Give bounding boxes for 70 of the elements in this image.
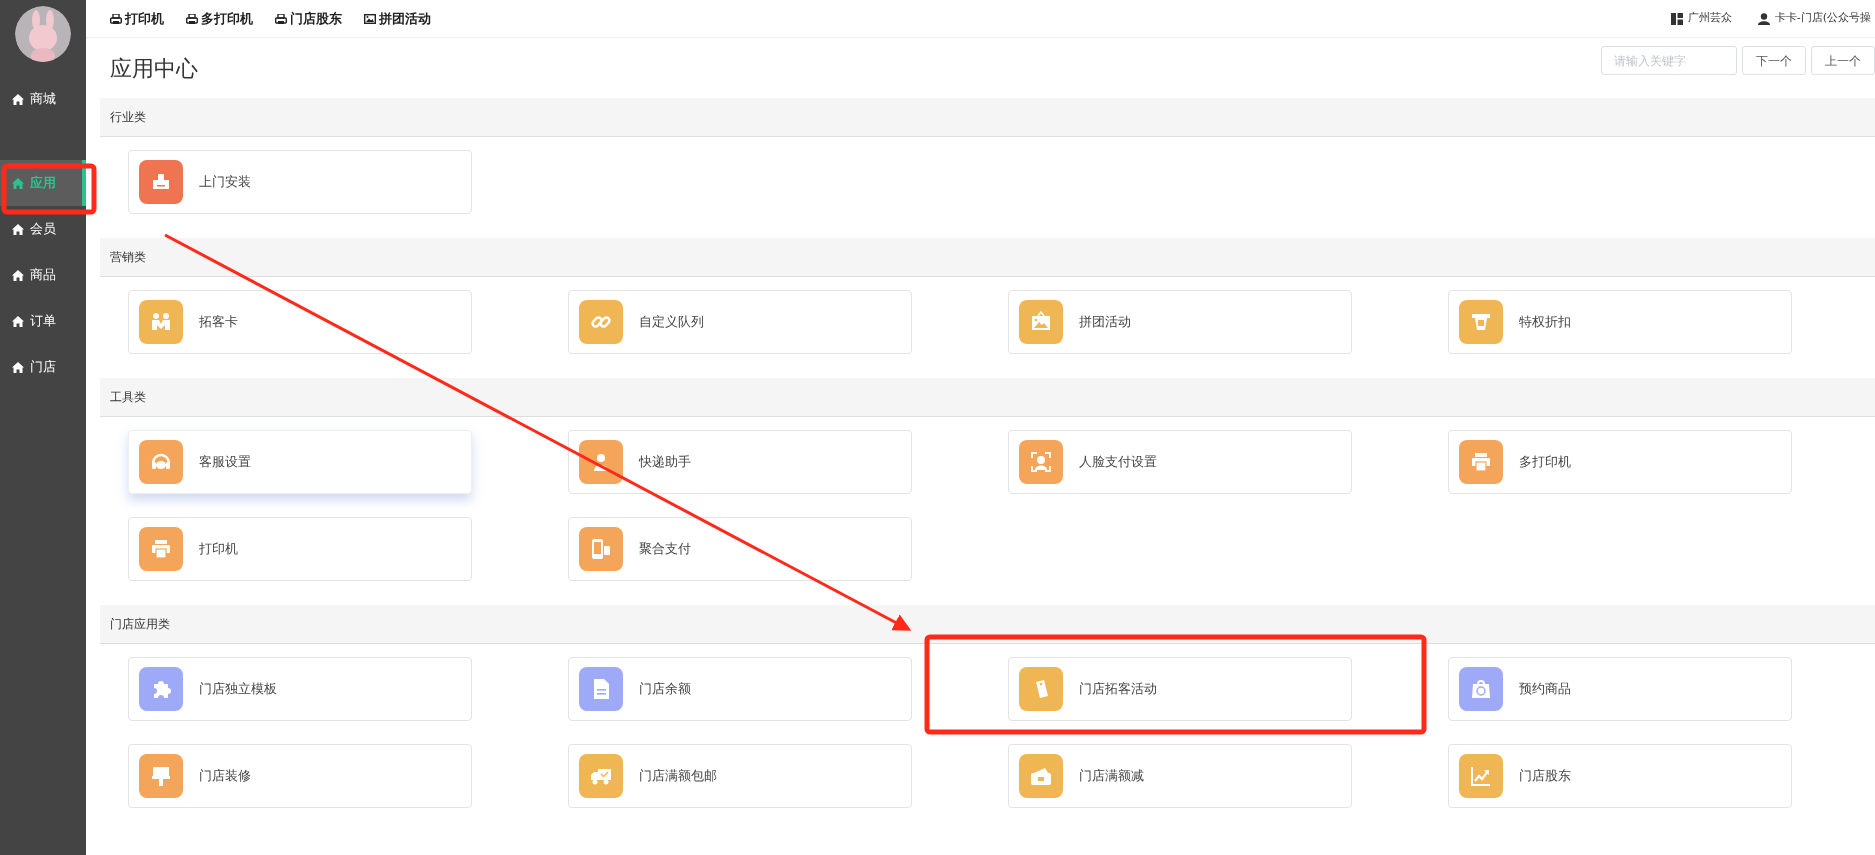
app-label: 门店满额减 xyxy=(1079,767,1144,786)
app-label: 门店独立模板 xyxy=(199,680,277,699)
app-card[interactable]: 门店独立模板 xyxy=(128,657,472,721)
home-icon xyxy=(12,223,24,235)
sidebar-item[interactable]: 商品 xyxy=(0,252,86,298)
app-card[interactable]: 多打印机 xyxy=(1448,430,1792,494)
app-label: 人脸支付设置 xyxy=(1079,453,1157,472)
app-card[interactable]: 门店股东 xyxy=(1448,744,1792,808)
app-card[interactable]: 人脸支付设置 xyxy=(1008,430,1352,494)
app-card[interactable]: 上门安装 xyxy=(128,150,472,214)
nav-link[interactable]: 打印机 xyxy=(110,8,164,29)
pager-button[interactable]: 上一个 xyxy=(1811,46,1875,75)
section-title: 行业类 xyxy=(110,109,146,126)
grid-icon xyxy=(1670,12,1683,25)
nav-link[interactable]: 门店股东 xyxy=(275,8,342,29)
home-icon xyxy=(12,177,24,189)
app-label: 客服设置 xyxy=(199,453,251,472)
app-card[interactable]: 拓客卡 xyxy=(128,290,472,354)
sidebar-item[interactable]: 门店 xyxy=(0,344,86,390)
app-card[interactable]: 自定义队列 xyxy=(568,290,912,354)
image-icon xyxy=(364,13,376,24)
user-icon xyxy=(1757,12,1770,25)
printer-icon xyxy=(275,13,287,24)
home-icon xyxy=(12,269,24,281)
app-label: 门店满额包邮 xyxy=(639,767,717,786)
app-label: 上门安装 xyxy=(199,173,251,192)
printer-icon xyxy=(110,13,122,24)
search-field[interactable]: 请输入关键字 xyxy=(1601,46,1737,75)
app-card[interactable]: 门店满额减 xyxy=(1008,744,1352,808)
home-icon xyxy=(12,93,24,105)
app-card[interactable]: 门店装修 xyxy=(128,744,472,808)
nav-link[interactable]: 多打印机 xyxy=(186,8,253,29)
section-title: 工具类 xyxy=(110,389,146,406)
app-label: 门店拓客活动 xyxy=(1079,680,1157,699)
app-label: 聚合支付 xyxy=(639,540,691,559)
sidebar-item[interactable]: 会员 xyxy=(0,206,86,252)
app-card[interactable]: 门店余额 xyxy=(568,657,912,721)
user-name[interactable]: 卡卡-门店(公众号操 xyxy=(1774,10,1871,27)
page-title: 应用中心 xyxy=(110,56,198,83)
app-label: 快递助手 xyxy=(639,453,691,472)
app-label: 拓客卡 xyxy=(199,313,238,332)
app-label: 门店余额 xyxy=(639,680,691,699)
app-card[interactable]: 聚合支付 xyxy=(568,517,912,581)
home-icon xyxy=(12,315,24,327)
app-label: 打印机 xyxy=(199,540,238,559)
app-card[interactable]: 打印机 xyxy=(128,517,472,581)
app-label: 多打印机 xyxy=(1519,453,1571,472)
app-card[interactable]: 门店满额包邮 xyxy=(568,744,912,808)
section-title: 营销类 xyxy=(110,249,146,266)
section-title: 门店应用类 xyxy=(110,616,170,633)
app-label: 拼团活动 xyxy=(1079,313,1131,332)
shop-name[interactable]: 广州芸众 xyxy=(1687,10,1732,27)
nav-link[interactable]: 拼团活动 xyxy=(364,8,431,29)
sidebar-item[interactable]: 商城 xyxy=(0,76,86,122)
app-card[interactable]: 门店拓客活动 xyxy=(1008,657,1352,721)
printer-icon xyxy=(186,13,198,24)
app-label: 特权折扣 xyxy=(1519,313,1571,332)
sidebar-item[interactable]: 订单 xyxy=(0,298,86,344)
avatar xyxy=(15,6,71,62)
app-label: 门店装修 xyxy=(199,767,251,786)
app-card[interactable]: 快递助手 xyxy=(568,430,912,494)
app-label: 门店股东 xyxy=(1519,767,1571,786)
app-card[interactable]: 特权折扣 xyxy=(1448,290,1792,354)
app-card[interactable]: 拼团活动 xyxy=(1008,290,1352,354)
home-icon xyxy=(12,361,24,373)
pager-button[interactable]: 下一个 xyxy=(1742,46,1806,75)
app-label: 预约商品 xyxy=(1519,680,1571,699)
app-card[interactable]: 预约商品 xyxy=(1448,657,1792,721)
app-label: 自定义队列 xyxy=(639,313,704,332)
app-card[interactable]: 客服设置 xyxy=(128,430,472,494)
